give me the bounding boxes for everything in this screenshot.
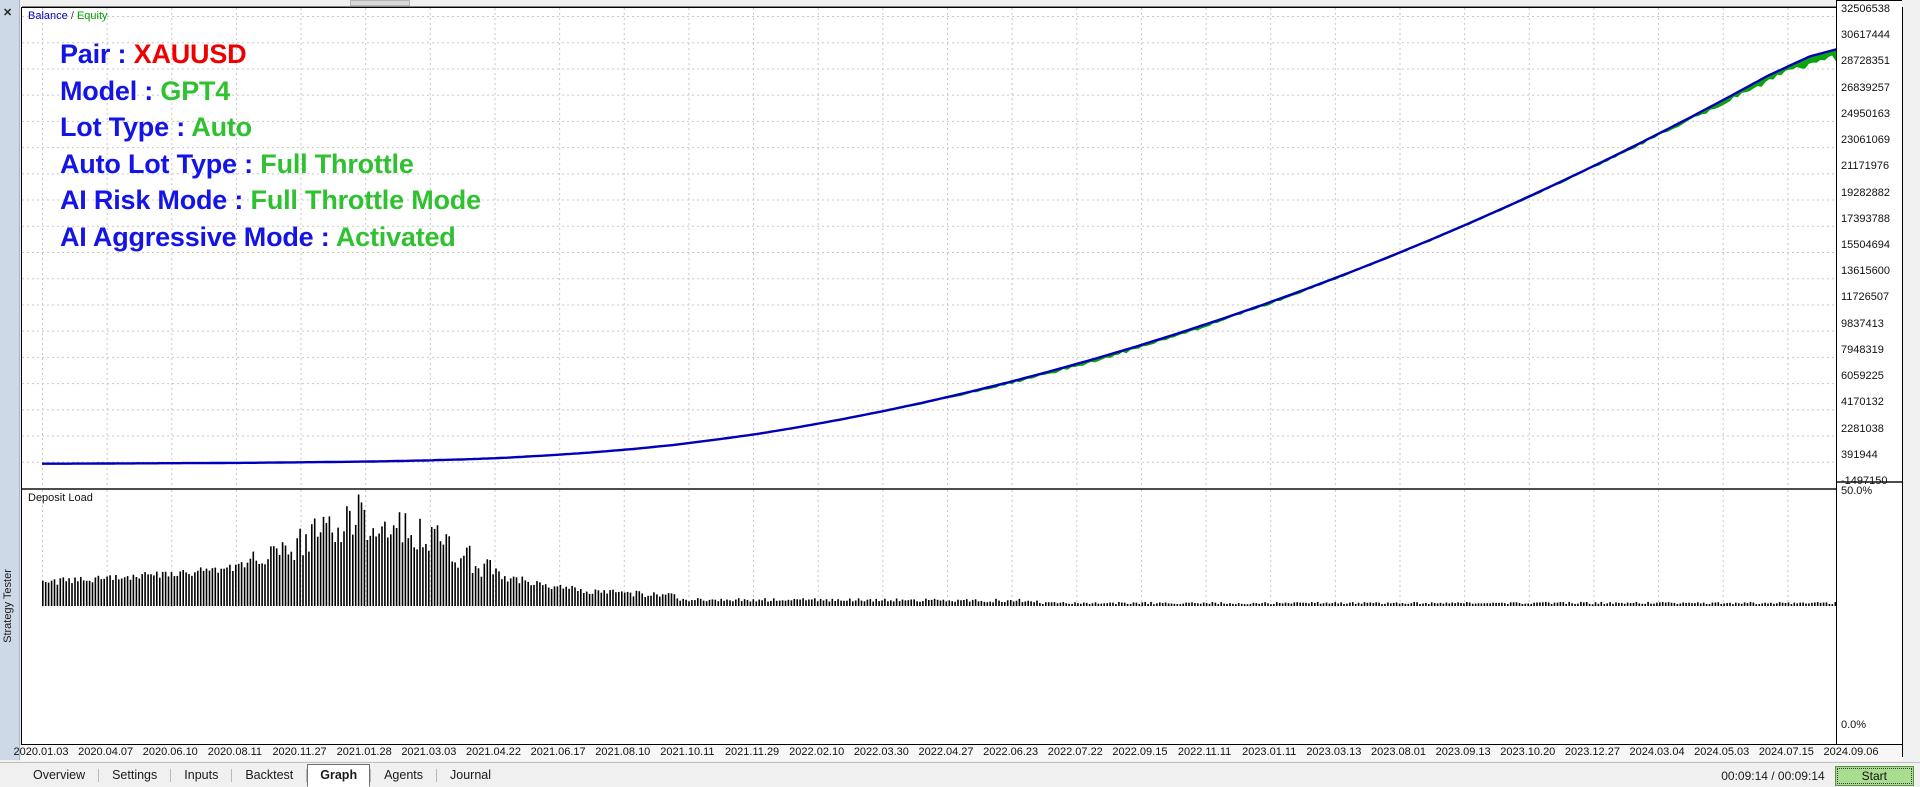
y-axis-tick: 9837413 — [1841, 318, 1884, 330]
strategy-tester-sidebar: ✕ Strategy Tester — [0, 0, 20, 760]
x-axis-tick: 2024.03.04 — [1630, 746, 1685, 758]
tab-list: OverviewSettingsInputsBacktestGraphAgent… — [20, 763, 504, 787]
chart-right-edge — [1902, 7, 1920, 757]
x-axis-tick: 2023.12.27 — [1565, 746, 1620, 758]
y-axis-tick: 6059225 — [1841, 370, 1884, 382]
x-axis-tick: 2023.01.11 — [1242, 746, 1296, 758]
right-border-line — [1902, 7, 1903, 757]
bottom-tab-bar: OverviewSettingsInputsBacktestGraphAgent… — [0, 762, 1920, 787]
start-button[interactable]: Start — [1835, 766, 1914, 786]
equity-chart-panel[interactable]: Balance / Equity Pair : XAUUSDModel : GP… — [22, 8, 1857, 488]
close-icon[interactable]: ✕ — [3, 8, 12, 18]
x-axis-tick: 2021.03.03 — [401, 746, 456, 758]
x-axis-tick: 2024.09.06 — [1823, 746, 1878, 758]
y-axis-tick: 2281038 — [1841, 423, 1884, 435]
tab-settings[interactable]: Settings — [99, 764, 170, 787]
x-axis-tick: 2022.09.15 — [1112, 746, 1167, 758]
chart-legend: Balance / Equity — [28, 10, 108, 23]
chart-frame: Balance / Equity Pair : XAUUSDModel : GP… — [21, 7, 1902, 756]
y-axis-tick: 4170132 — [1841, 396, 1884, 408]
x-axis-tick: 2024.05.03 — [1694, 746, 1749, 758]
x-axis-tick: 2023.03.13 — [1306, 746, 1361, 758]
x-axis-tick: 2020.11.27 — [272, 746, 326, 758]
x-axis-tick: 2020.08.11 — [208, 746, 262, 758]
tab-graph[interactable]: Graph — [307, 764, 370, 787]
legend-equity: Equity — [77, 10, 108, 22]
y-axis-tick: 24950163 — [1841, 108, 1890, 120]
x-axis-tick: 2021.04.22 — [466, 746, 521, 758]
elapsed-time: 00:09:14 / 00:09:14 — [1721, 769, 1824, 783]
y-axis-tick: 11726507 — [1841, 291, 1889, 303]
x-axis-tick: 2021.01.28 — [337, 746, 392, 758]
y-axis-tick: 21171976 — [1841, 160, 1889, 172]
x-axis-tick: 2020.04.07 — [78, 746, 133, 758]
x-axis-tick: 2022.03.30 — [854, 746, 909, 758]
strategy-tester-window: ✕ Strategy Tester Balance / Equity Pair … — [0, 0, 1920, 787]
x-axis-tick: 2023.10.20 — [1500, 746, 1555, 758]
y-axis-tick: 26839257 — [1841, 82, 1890, 94]
y-axis-tick: 28728351 — [1841, 55, 1890, 67]
y-axis-tick: 23061069 — [1841, 134, 1890, 146]
tab-overview[interactable]: Overview — [20, 764, 98, 787]
legend-separator: / — [71, 10, 74, 22]
x-axis-tick: 2022.07.22 — [1048, 746, 1103, 758]
x-axis-tick: 2021.06.17 — [531, 746, 586, 758]
x-axis-tick: 2022.04.27 — [918, 746, 973, 758]
deposit-axis-bottom-label: 0.0% — [1841, 719, 1866, 731]
y-axis-tick: 17393788 — [1841, 213, 1890, 225]
x-axis-tick: 2021.08.10 — [595, 746, 650, 758]
y-axis-tick: 19282882 — [1841, 187, 1890, 199]
deposit-load-panel[interactable]: Deposit Load — [22, 490, 1857, 610]
y-axis-tick: 391944 — [1841, 449, 1878, 461]
legend-balance: Balance — [28, 10, 68, 22]
x-axis-tick: 2023.08.01 — [1371, 746, 1426, 758]
equity-plot — [22, 8, 1857, 488]
sidebar-vertical-label: Strategy Tester — [2, 556, 22, 656]
y-axis-tick: 30617444 — [1841, 29, 1890, 41]
deposit-plot — [22, 490, 1857, 610]
x-axis-tick: 2020.06.10 — [143, 746, 198, 758]
x-axis-tick: 2022.02.10 — [789, 746, 844, 758]
tab-backtest[interactable]: Backtest — [232, 764, 306, 787]
y-axis-tick: -1497150 — [1841, 475, 1888, 487]
x-axis-tick: 2021.10.11 — [660, 746, 714, 758]
status-area: 00:09:14 / 00:09:14 Start — [1721, 763, 1914, 787]
y-axis-tick: 7948319 — [1841, 344, 1884, 356]
x-axis: 2020.01.032020.04.072020.06.102020.08.11… — [21, 744, 1902, 761]
y-axis-tick: 13615600 — [1841, 265, 1890, 277]
x-axis-tick: 2022.06.23 — [983, 746, 1038, 758]
tab-inputs[interactable]: Inputs — [171, 764, 231, 787]
y-axis: 50.0% 0.0% 32506538306174442872835126839… — [1836, 0, 1902, 749]
y-axis-tick: 15504694 — [1841, 239, 1890, 251]
x-axis-tick: 2020.01.03 — [13, 746, 68, 758]
x-axis-tick: 2024.07.15 — [1759, 746, 1814, 758]
tab-agents[interactable]: Agents — [371, 764, 436, 787]
tab-journal[interactable]: Journal — [437, 764, 504, 787]
x-axis-tick: 2022.11.11 — [1178, 746, 1231, 758]
x-axis-tick: 2021.11.29 — [725, 746, 779, 758]
y-axis-tick: 32506538 — [1841, 3, 1890, 15]
x-axis-tick: 2023.09.13 — [1436, 746, 1491, 758]
deposit-load-label: Deposit Load — [28, 492, 93, 504]
